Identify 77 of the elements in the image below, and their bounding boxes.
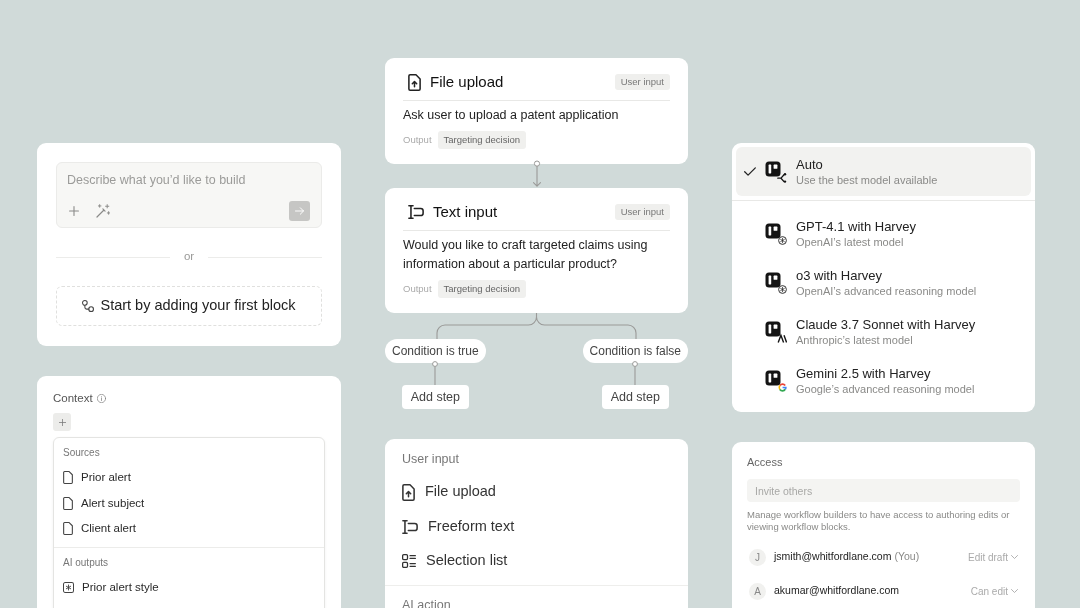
block-title: File upload [430, 71, 504, 92]
block-option[interactable]: Freeform text [402, 509, 671, 544]
block-description: Ask user to upload a patent application [403, 107, 620, 124]
file-upload-icon [408, 73, 421, 91]
check-icon [744, 167, 756, 176]
add-step-button[interactable]: Add step [601, 385, 669, 409]
block-description: Would you like to craft targeted claims using information about a particular product? [403, 237, 649, 273]
chevron-down-icon [1011, 555, 1018, 559]
document-icon [63, 496, 73, 510]
access-note: Manage workflow builders to have access to authoring edits or viewing workflow blocks. [747, 509, 1011, 533]
context-item[interactable]: Prior alert [63, 465, 315, 491]
model-logo-icon [765, 369, 787, 392]
arrow-right-icon [295, 207, 304, 215]
model-description: Anthropic’s latest model [796, 332, 914, 348]
model-logo-icon [765, 320, 787, 343]
block-tag: User input [614, 204, 670, 220]
file-upload-icon [402, 483, 415, 501]
asterisk-square-icon [63, 581, 74, 593]
text-cursor-icon [402, 519, 418, 534]
member-email: akumar@whitfordlane.com [774, 583, 900, 599]
document-icon [63, 471, 73, 485]
context-item[interactable]: Prior alert style [63, 574, 315, 600]
model-name: Auto [796, 155, 824, 173]
magic-wand-icon [96, 204, 110, 218]
model-name: Gemini 2.5 with Harvey [796, 364, 932, 382]
model-description: Google’s advanced reasoning model [796, 381, 975, 397]
block-tag: User input [614, 74, 670, 90]
section-heading: AI action [402, 596, 452, 608]
context-title: Context [53, 391, 93, 405]
access-title: Access [747, 455, 784, 469]
block-title: Text input [433, 201, 498, 222]
nodes-icon [82, 300, 95, 312]
avatar: J [749, 548, 766, 566]
model-description: OpenAI’s latest model [796, 234, 905, 250]
magic-button[interactable] [96, 204, 110, 218]
block-option[interactable]: Selection list [402, 544, 671, 579]
model-name: Claude 3.7 Sonnet with Harvey [796, 315, 976, 333]
group-heading: Sources [63, 446, 101, 459]
model-name: GPT-4.1 with Harvey [796, 217, 916, 235]
list-icon [402, 554, 416, 569]
model-logo-icon [765, 222, 787, 245]
member-email: jsmith@whitfordlane.com [774, 549, 892, 565]
invite-field[interactable]: Invite others [747, 479, 1020, 502]
context-item[interactable]: Client alert [63, 516, 315, 542]
block-option[interactable]: File upload [402, 475, 671, 510]
group-heading: AI outputs [63, 555, 110, 569]
condition-pill: Condition is false [582, 339, 688, 363]
condition-pill: Condition is true [385, 339, 486, 363]
model-description: OpenAI’s advanced reasoning model [796, 283, 977, 299]
text-cursor-icon [408, 205, 424, 219]
output-label: Output [403, 132, 432, 147]
output-chip: Targeting decision [437, 280, 527, 298]
section-heading: User input [402, 451, 460, 467]
prompt-box[interactable]: Describe what you’d like to build [56, 162, 322, 228]
model-logo-icon [765, 271, 787, 294]
add-step-button[interactable]: Add step [401, 385, 470, 409]
avatar: A [749, 582, 766, 600]
output-label: Output [403, 281, 432, 296]
context-item[interactable]: Alert subject [63, 490, 315, 516]
plus-icon [58, 418, 66, 426]
member-tag: (You) [894, 549, 920, 565]
start-block-button[interactable]: Start by adding your first block [56, 286, 322, 326]
connector-line [632, 361, 639, 385]
plus-icon [68, 206, 79, 216]
model-logo-icon [765, 160, 787, 183]
prompt-field[interactable]: Describe what you’d like to build [57, 163, 321, 193]
document-icon [63, 522, 73, 536]
add-context-button[interactable] [53, 413, 71, 431]
model-description: Use the best model available [796, 172, 938, 188]
model-name: o3 with Harvey [796, 266, 883, 284]
connector-line [432, 361, 439, 385]
add-button[interactable] [68, 205, 79, 217]
model-option[interactable]: Auto Use the best model available [736, 147, 1031, 196]
output-chip: Targeting decision [437, 131, 527, 149]
chevron-down-icon [1011, 589, 1018, 593]
info-icon [96, 393, 106, 403]
divider-label: or [182, 249, 196, 265]
